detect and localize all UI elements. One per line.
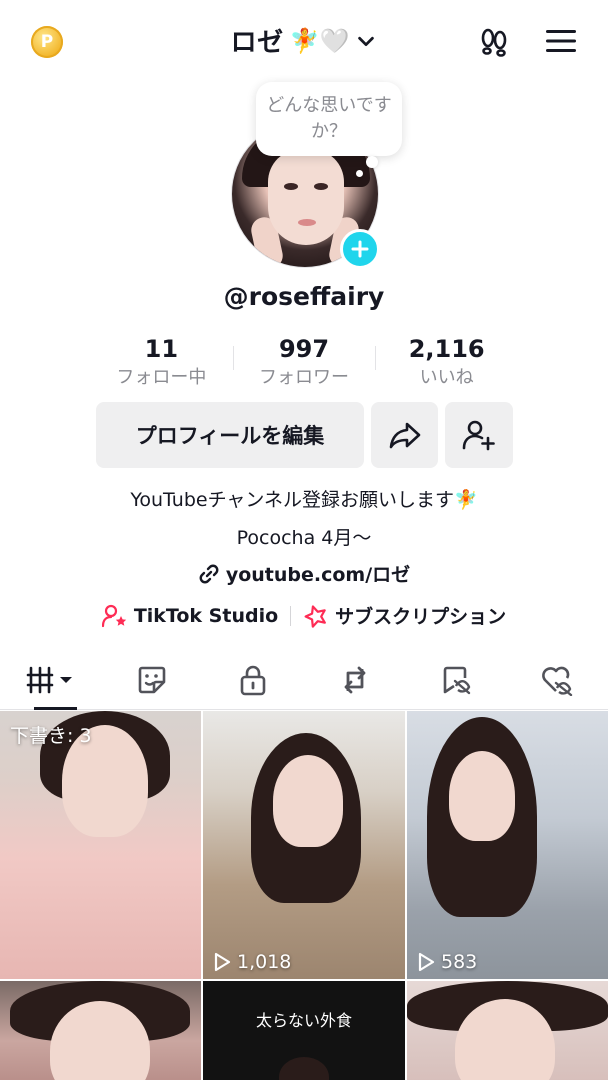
chevron-down-icon — [358, 36, 375, 46]
title-emoji: 🧚🤍 — [289, 26, 350, 55]
view-count: 583 — [417, 951, 477, 973]
video-thumbnail-drafts[interactable]: 下書き: 3 — [0, 711, 201, 979]
tab-stickers[interactable] — [101, 650, 202, 709]
bubble-tail — [366, 156, 378, 168]
share-profile-button[interactable] — [371, 402, 438, 468]
footprint-icon[interactable] — [476, 24, 512, 60]
bookmark-hidden-icon — [443, 666, 471, 694]
add-user-icon — [462, 420, 495, 451]
link-icon — [199, 564, 219, 583]
video-thumbnail[interactable]: 太らない外食 — [203, 981, 405, 1080]
thumbnail-caption: 太らない外食 — [255, 1011, 352, 1030]
tab-private[interactable] — [203, 650, 304, 709]
sticker-icon — [138, 666, 166, 693]
likes-label: いいね — [419, 367, 474, 388]
studio-icon — [101, 604, 127, 627]
note-text: どんな思いですか？ — [266, 95, 392, 142]
stats-row: 11 フォロー中 997 フォロワー 2,116 いいね — [90, 334, 518, 392]
followers-label: フォロワー — [259, 367, 349, 388]
share-icon — [389, 422, 420, 449]
bio-line-1: YouTubeチャンネル登録お願いします🧚 — [130, 489, 478, 511]
add-story-button[interactable] — [340, 229, 380, 269]
video-grid: 下書き: 3 1,018 583 太らない外食 — [0, 711, 608, 1080]
account-switcher[interactable]: ロゼ 🧚🤍 — [0, 22, 608, 59]
following-count: 11 — [144, 335, 179, 363]
edit-profile-button[interactable]: プロフィールを編集 — [96, 402, 364, 468]
profile-extras: TikTok Studio サブスクリプション — [0, 602, 608, 629]
video-thumbnail[interactable] — [407, 981, 608, 1080]
view-count: 1,018 — [213, 951, 291, 973]
divider — [375, 346, 376, 370]
likes-count: 2,116 — [408, 335, 485, 363]
view-count-text: 583 — [441, 951, 478, 973]
followers-stat[interactable]: 997 フォロワー — [233, 334, 376, 392]
drafts-label: 下書き: 3 — [10, 725, 92, 747]
menu-icon[interactable] — [544, 26, 578, 56]
divider — [233, 346, 234, 370]
bubble-tail-small — [356, 170, 363, 177]
subscription-star-icon — [304, 604, 327, 628]
tab-liked[interactable] — [507, 650, 608, 709]
studio-label: TikTok Studio — [133, 604, 279, 627]
play-icon — [214, 952, 231, 972]
subscription-link[interactable]: サブスクリプション — [291, 602, 518, 629]
top-bar: P ロゼ 🧚🤍 — [0, 0, 608, 84]
likes-stat[interactable]: 2,116 いいね — [375, 334, 518, 392]
tab-videos[interactable] — [0, 650, 101, 710]
video-thumbnail[interactable]: 1,018 — [203, 711, 405, 979]
following-stat[interactable]: 11 フォロー中 — [90, 334, 233, 392]
bio-link[interactable]: youtube.com/ロゼ — [0, 560, 608, 587]
plus-icon — [351, 240, 369, 258]
video-thumbnail[interactable]: 583 — [407, 711, 608, 979]
note-bubble[interactable]: どんな思いですか？ — [256, 82, 402, 156]
heart-hidden-icon — [542, 666, 573, 696]
repost-icon — [344, 666, 366, 693]
following-label: フォロー中 — [116, 367, 207, 388]
lock-icon — [241, 665, 266, 695]
bio-line-2: Pococha 4月〜 — [236, 527, 372, 549]
account-title: ロゼ — [230, 28, 284, 58]
add-friend-button[interactable] — [445, 402, 513, 468]
tab-reposts[interactable] — [304, 650, 405, 709]
tab-favorites[interactable] — [405, 650, 506, 709]
profile-handle: @roseffairy — [223, 282, 385, 311]
followers-count: 997 — [278, 335, 330, 363]
bio-link-text: youtube.com/ロゼ — [225, 564, 411, 586]
videos-grid-icon — [26, 666, 72, 693]
video-thumbnail[interactable] — [0, 981, 201, 1080]
tiktok-studio-link[interactable]: TikTok Studio — [90, 604, 290, 628]
play-icon — [418, 952, 435, 972]
subscription-label: サブスクリプション — [335, 606, 507, 628]
profile-tabs — [0, 650, 608, 710]
view-count-text: 1,018 — [237, 951, 292, 973]
